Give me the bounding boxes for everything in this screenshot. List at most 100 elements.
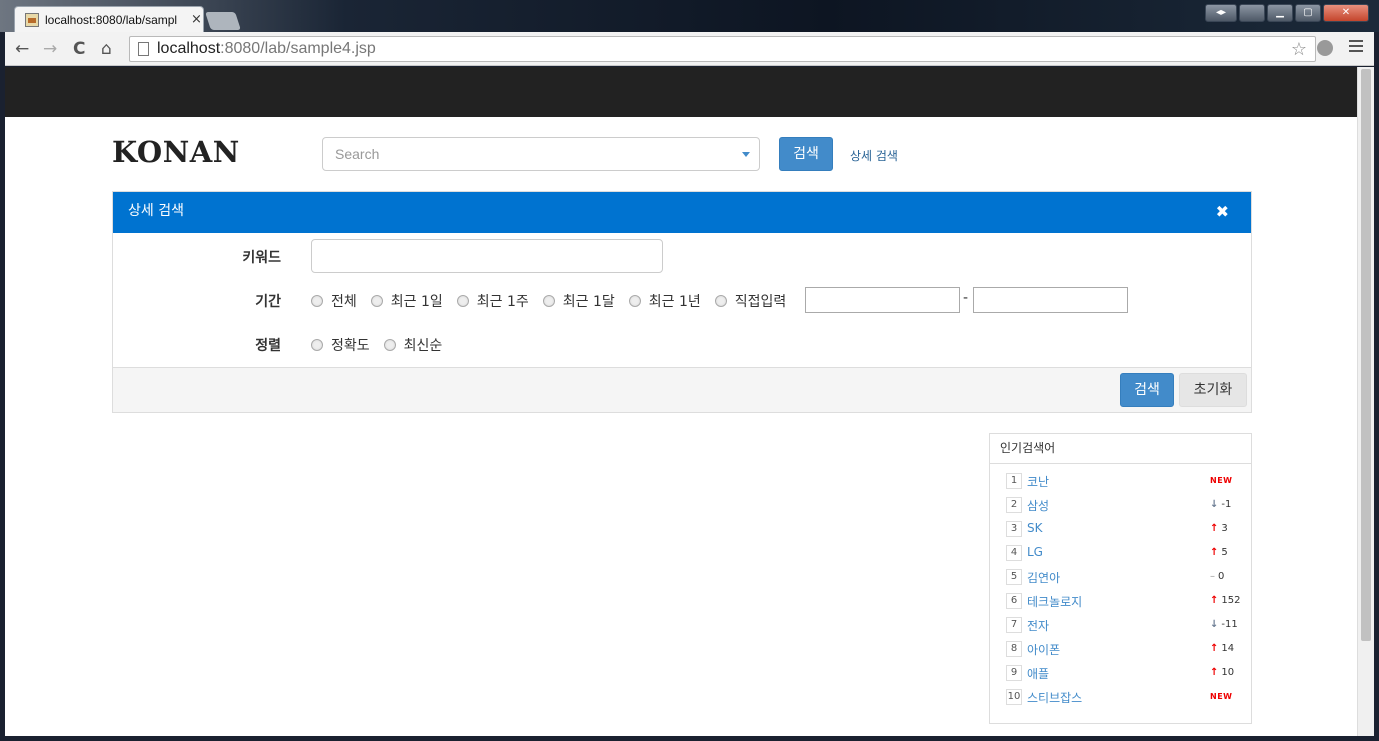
advanced-search-link[interactable]: 상세 검색 xyxy=(850,147,898,164)
change-value: -11 xyxy=(1221,619,1238,630)
keyword-link[interactable]: 삼성 xyxy=(1027,497,1049,514)
extension-icon[interactable] xyxy=(1317,40,1333,56)
rank-badge: 3 xyxy=(1006,521,1022,537)
sort-option-label: 최신순 xyxy=(403,338,443,354)
bookmark-star-icon[interactable]: ☆ xyxy=(1291,39,1307,60)
window-restore-icon[interactable] xyxy=(1239,4,1265,22)
radio-button[interactable] xyxy=(311,339,323,351)
period-option[interactable]: 최근 1일 xyxy=(370,291,443,311)
popular-list: 1 코난 NEW 2 삼성 ↓ -1 3 SK ↑ 3 4 LG ↑ 5 5 김연아 –0 6 테크놀로지 ↑ 152 7 전… xyxy=(990,464,1251,710)
period-option[interactable]: 최근 1달 xyxy=(542,291,615,311)
start-date-input[interactable] xyxy=(805,287,960,313)
list-item[interactable]: 3 SK ↑ 3 xyxy=(990,518,1251,542)
back-icon[interactable]: ← xyxy=(15,39,29,59)
url-path: :8080/lab/sample4.jsp xyxy=(220,40,376,57)
rank-change: ↑ 5 xyxy=(1210,547,1228,558)
browser-tab[interactable]: localhost:8080/lab/sampl × xyxy=(14,6,204,32)
change-value: -1 xyxy=(1221,499,1232,510)
period-option-custom[interactable]: 직접입력 xyxy=(714,291,787,311)
panel-header: 상세 검색 ✖ xyxy=(113,192,1251,233)
autocomplete-caret-icon[interactable] xyxy=(742,152,750,157)
keyword-link[interactable]: LG xyxy=(1027,545,1043,559)
period-option-label: 전체 xyxy=(331,294,357,310)
rank-badge: 9 xyxy=(1006,665,1022,681)
reload-icon[interactable]: C xyxy=(73,39,85,59)
sort-row: 정렬 정확도 최신순 xyxy=(113,332,1251,368)
list-item[interactable]: 6 테크놀로지 ↑ 152 xyxy=(990,590,1251,614)
konan-logo[interactable]: KONAN xyxy=(112,135,240,169)
keyword-link[interactable]: 애플 xyxy=(1027,665,1049,682)
period-option-label: 최근 1일 xyxy=(390,294,443,310)
keyword-link[interactable]: 전자 xyxy=(1027,617,1049,634)
url-text: localhost:8080/lab/sample4.jsp xyxy=(157,40,376,58)
rank-change: ↑ 152 xyxy=(1210,595,1240,606)
keyword-link[interactable]: 아이폰 xyxy=(1027,641,1060,658)
keyword-link[interactable]: 김연아 xyxy=(1027,569,1060,586)
keyword-link[interactable]: SK xyxy=(1027,521,1043,535)
list-item[interactable]: 1 코난 NEW xyxy=(990,470,1251,494)
title-bar: localhost:8080/lab/sampl × ◂▸ ▁ ▢ ✕ xyxy=(0,0,1379,32)
address-bar[interactable]: localhost:8080/lab/sample4.jsp ☆ xyxy=(129,36,1316,62)
favicon-icon xyxy=(25,12,39,27)
search-button[interactable]: 검색 xyxy=(779,137,833,171)
radio-button[interactable] xyxy=(383,339,396,351)
list-item[interactable]: 2 삼성 ↓ -1 xyxy=(990,494,1251,518)
radio-button[interactable] xyxy=(311,295,323,307)
forward-icon[interactable]: → xyxy=(43,39,57,59)
radio-button[interactable] xyxy=(456,295,469,307)
period-option-label: 직접입력 xyxy=(734,294,787,310)
change-value: 0 xyxy=(1218,571,1225,582)
home-icon[interactable]: ⌂ xyxy=(101,39,112,59)
period-option-label: 최근 1달 xyxy=(562,294,615,310)
period-option[interactable]: 최근 1년 xyxy=(628,291,701,311)
period-option[interactable]: 전체 xyxy=(311,291,357,311)
maximize-button[interactable]: ▢ xyxy=(1295,4,1321,22)
keyword-input[interactable] xyxy=(311,239,663,273)
keyword-link[interactable]: 스티브잡스 xyxy=(1027,689,1082,706)
top-navbar xyxy=(5,67,1357,117)
popular-title: 인기검색어 xyxy=(990,434,1251,464)
period-option-label: 최근 1주 xyxy=(476,294,529,310)
rank-badge: 8 xyxy=(1006,641,1022,657)
radio-button[interactable] xyxy=(542,295,555,307)
scrollbar-thumb[interactable] xyxy=(1361,69,1371,641)
change-value: 10 xyxy=(1221,667,1235,678)
radio-button[interactable] xyxy=(370,295,383,307)
end-date-input[interactable] xyxy=(973,287,1128,313)
tab-close-icon[interactable]: × xyxy=(191,12,202,27)
radio-button[interactable] xyxy=(628,295,641,307)
list-item[interactable]: 7 전자 ↓ -11 xyxy=(990,614,1251,638)
advanced-search-button[interactable]: 검색 xyxy=(1120,373,1174,407)
window-extra-button[interactable]: ◂▸ xyxy=(1205,4,1237,22)
keyword-label: 키워드 xyxy=(242,250,281,266)
new-tab-button[interactable] xyxy=(205,12,241,30)
rank-change: ↓ -11 xyxy=(1210,619,1238,630)
list-item[interactable]: 10 스티브잡스 NEW xyxy=(990,686,1251,710)
menu-icon[interactable] xyxy=(1349,40,1363,54)
sort-option[interactable]: 정확도 xyxy=(311,335,370,355)
change-value: 3 xyxy=(1221,523,1228,534)
rank-change: ↑ 14 xyxy=(1210,643,1234,654)
vertical-scrollbar[interactable] xyxy=(1357,67,1374,736)
tab-title: localhost:8080/lab/sampl xyxy=(45,12,178,27)
keyword-link[interactable]: 코난 xyxy=(1027,473,1049,490)
rank-change: NEW xyxy=(1210,691,1232,702)
url-host: localhost xyxy=(157,40,221,57)
keyword-link[interactable]: 테크놀로지 xyxy=(1027,593,1082,610)
list-item[interactable]: 5 김연아 –0 xyxy=(990,566,1251,590)
list-item[interactable]: 9 애플 ↑ 10 xyxy=(990,662,1251,686)
period-option[interactable]: 최근 1주 xyxy=(456,291,529,311)
list-item[interactable]: 4 LG ↑ 5 xyxy=(990,542,1251,566)
close-icon[interactable]: ✖ xyxy=(1216,192,1229,231)
radio-button[interactable] xyxy=(714,295,727,307)
search-input[interactable] xyxy=(322,137,760,171)
list-item[interactable]: 8 아이폰 ↑ 14 xyxy=(990,638,1251,662)
minimize-button[interactable]: ▁ xyxy=(1267,4,1293,22)
reset-button[interactable]: 초기화 xyxy=(1179,373,1247,407)
arrow-down-icon: ↓ xyxy=(1210,619,1219,630)
rank-badge: 7 xyxy=(1006,617,1022,633)
sort-option[interactable]: 최신순 xyxy=(383,335,443,355)
close-window-button[interactable]: ✕ xyxy=(1323,4,1369,22)
rank-badge: 10 xyxy=(1006,689,1022,705)
arrow-down-icon: ↓ xyxy=(1210,499,1219,510)
